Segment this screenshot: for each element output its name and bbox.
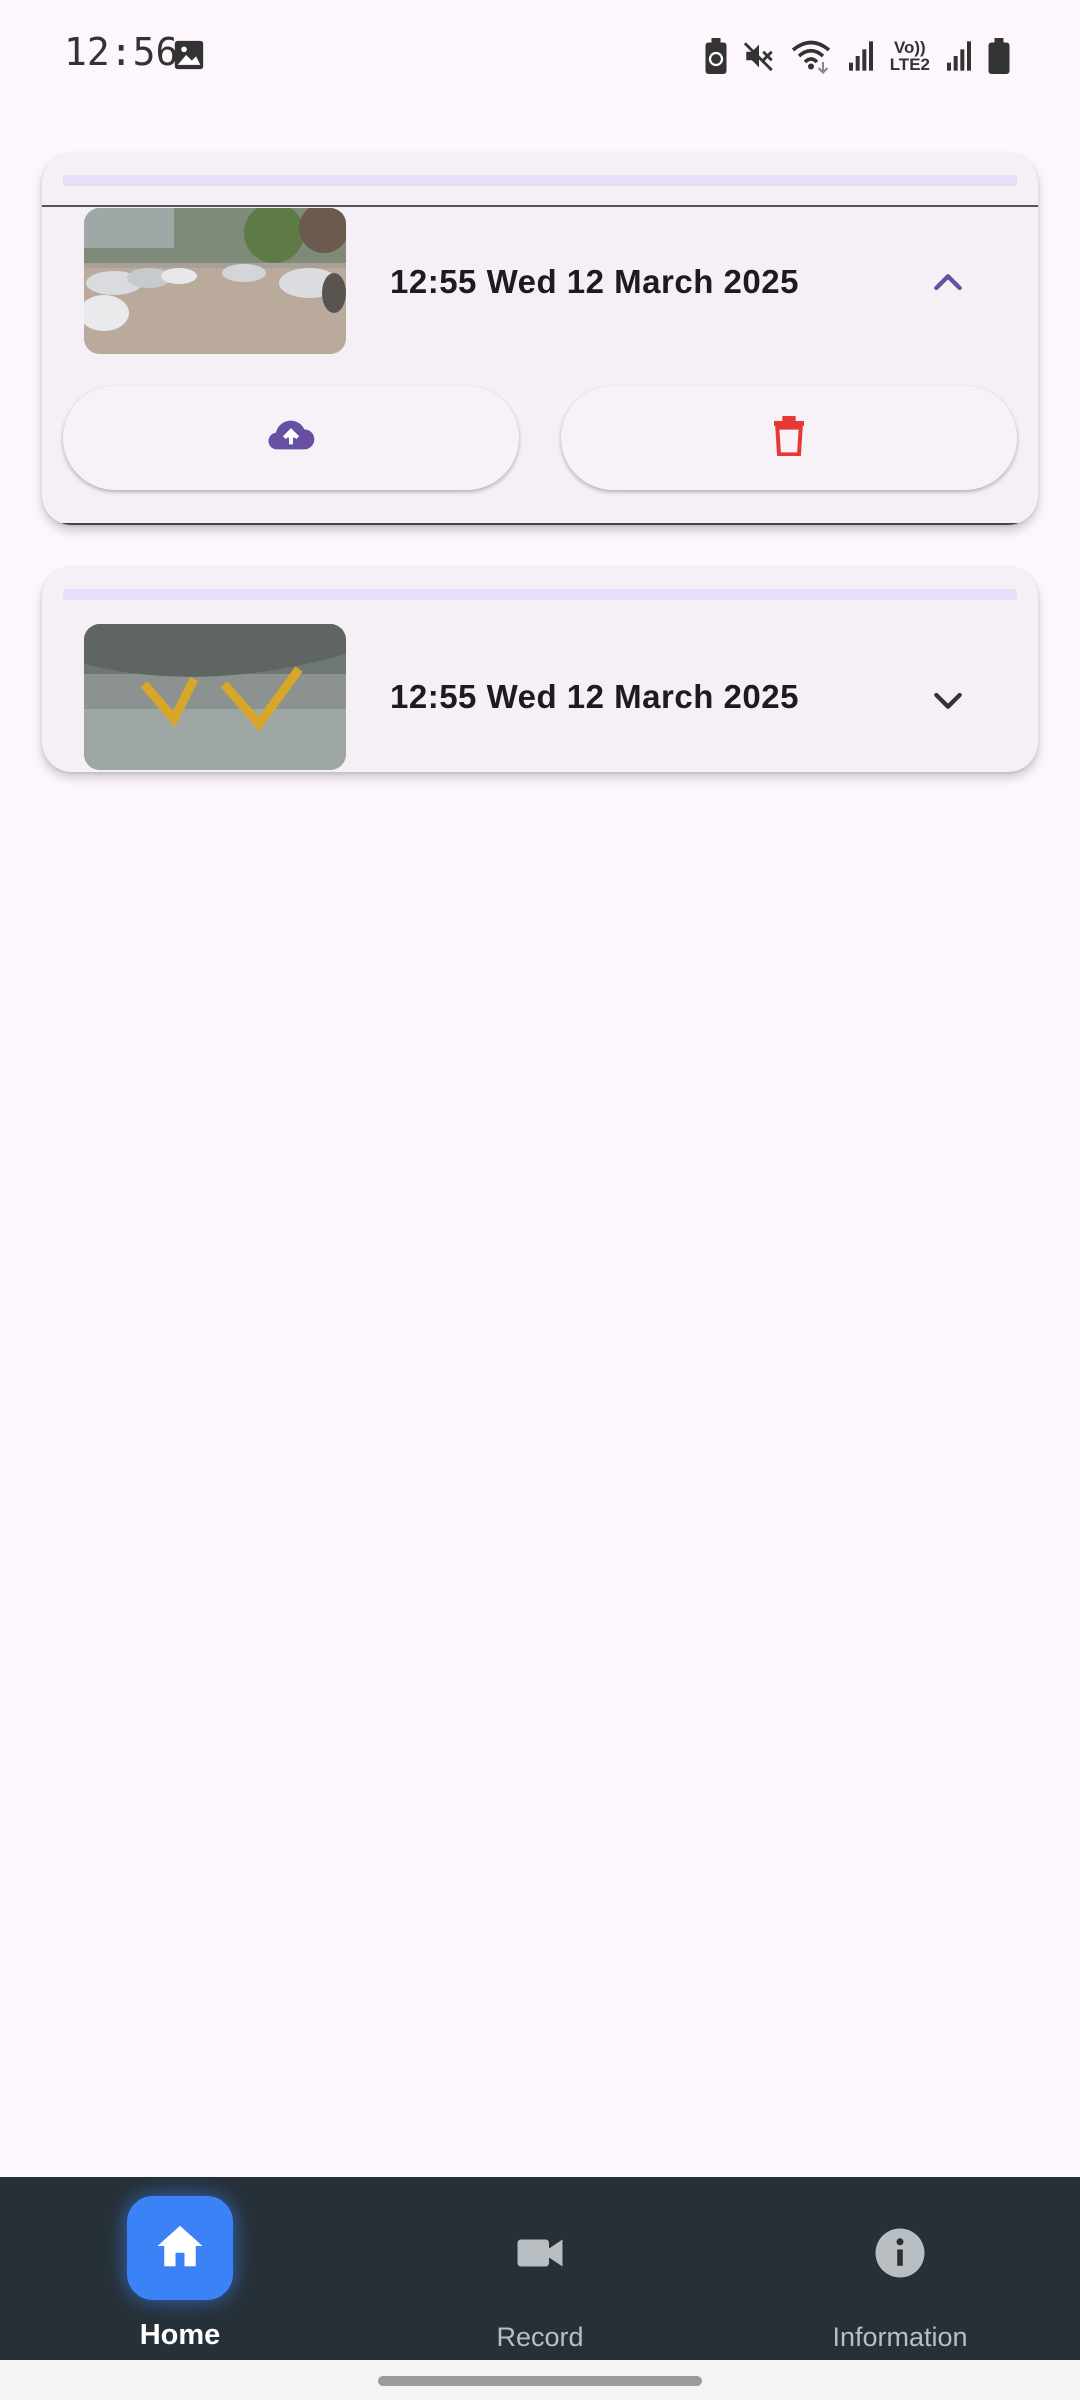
cloud-upload-icon (266, 416, 316, 461)
recording-thumbnail (84, 624, 346, 770)
signal-2-icon (944, 40, 974, 72)
bottom-navigation: Home Record Information (0, 2177, 1080, 2360)
recording-card[interactable]: 12:55 Wed 12 March 2025 (42, 567, 1038, 772)
recording-datetime: 12:55 Wed 12 March 2025 (390, 678, 799, 715)
image-icon (172, 38, 206, 72)
signal-icon (846, 40, 876, 72)
nav-label-home: Home (139, 2319, 221, 2351)
delete-icon (772, 415, 806, 461)
chevron-down-icon[interactable] (920, 672, 976, 728)
status-time: 12:56 (64, 30, 179, 74)
system-navigation-bar (0, 2360, 1080, 2400)
chevron-up-icon[interactable] (920, 255, 976, 311)
volte-label: Vo)) (893, 38, 926, 57)
recording-thumbnail (84, 208, 346, 354)
nav-item-home[interactable]: Home (0, 2177, 360, 2360)
delete-button[interactable] (561, 386, 1017, 490)
gesture-handle[interactable] (378, 2376, 702, 2386)
recording-card[interactable]: 12:55 Wed 12 March 2025 (42, 153, 1038, 525)
videocam-icon (508, 2221, 572, 2285)
status-icons: Vo)) LTE2 (704, 34, 1010, 78)
home-icon (153, 2219, 207, 2278)
lte-label: LTE2 (889, 55, 930, 74)
status-bar: 12:56 Vo)) LTE2 (0, 0, 1080, 110)
volte-lte2-icon: Vo)) LTE2 (890, 39, 930, 73)
card-top-bar (63, 175, 1017, 186)
upload-button[interactable] (63, 386, 519, 490)
mute-icon (742, 39, 776, 73)
nav-item-information[interactable]: Information (720, 2177, 1080, 2360)
nav-label-information: Information (832, 2322, 968, 2352)
home-indicator[interactable] (127, 2196, 233, 2300)
battery-saver-icon (704, 38, 728, 74)
divider (42, 205, 1038, 207)
recording-datetime: 12:55 Wed 12 March 2025 (390, 263, 799, 300)
card-top-bar (63, 589, 1017, 600)
nav-label-record: Record (496, 2322, 584, 2352)
battery-icon (988, 38, 1010, 74)
nav-item-record[interactable]: Record (360, 2177, 720, 2360)
info-icon (868, 2221, 932, 2285)
divider (42, 523, 1038, 525)
wifi-icon (790, 38, 832, 74)
